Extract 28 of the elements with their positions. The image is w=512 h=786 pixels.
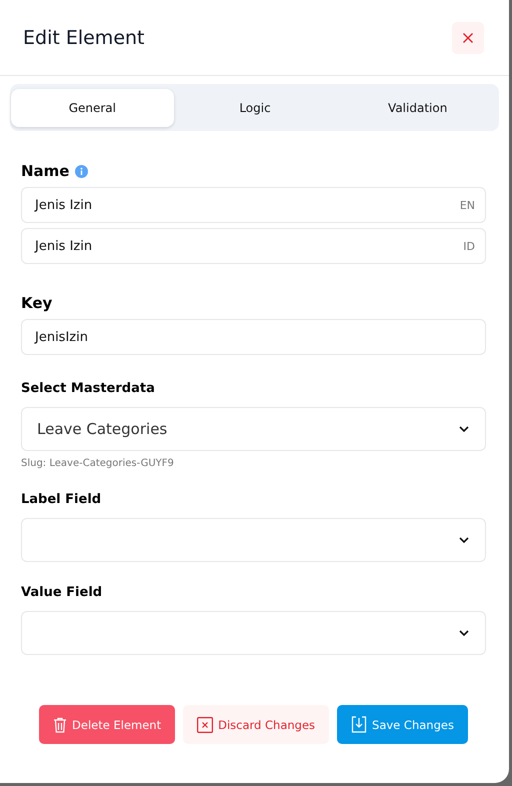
close-button[interactable] <box>452 22 484 54</box>
field-label: Label Field <box>21 492 102 509</box>
discard-button[interactable]: Discard Changes <box>183 705 330 744</box>
tab[interactable]: General <box>11 89 174 127</box>
input-field[interactable]: Jenis Izin ID <box>21 228 486 264</box>
select-field[interactable] <box>21 611 486 655</box>
input-field[interactable]: Jenis Izin EN <box>21 187 486 223</box>
select-field[interactable]: Leave Categories <box>21 407 486 451</box>
close-icon <box>197 716 214 732</box>
slug-text: Slug: Leave-Categories-GUYF9 <box>21 458 175 469</box>
input-field[interactable]: JenisIzin <box>21 319 486 355</box>
download-icon <box>351 716 368 733</box>
select-field[interactable] <box>21 518 486 562</box>
language-code: ID <box>463 240 475 252</box>
trash-icon <box>53 716 68 732</box>
close-icon <box>462 32 474 44</box>
dialog-title: Edit Element <box>23 26 144 48</box>
tab[interactable]: Validation <box>336 89 500 127</box>
field-label: Name <box>21 162 70 180</box>
field-label: Value Field <box>21 585 104 602</box>
field-label: Key <box>21 294 52 312</box>
field-label: Select Masterdata <box>21 381 156 398</box>
chevron-down-icon <box>459 537 469 543</box>
chevron-down-icon <box>459 426 469 432</box>
tab[interactable]: Logic <box>174 89 336 127</box>
chevron-down-icon <box>459 630 469 636</box>
info-icon <box>75 164 88 178</box>
language-code: EN <box>460 198 475 212</box>
